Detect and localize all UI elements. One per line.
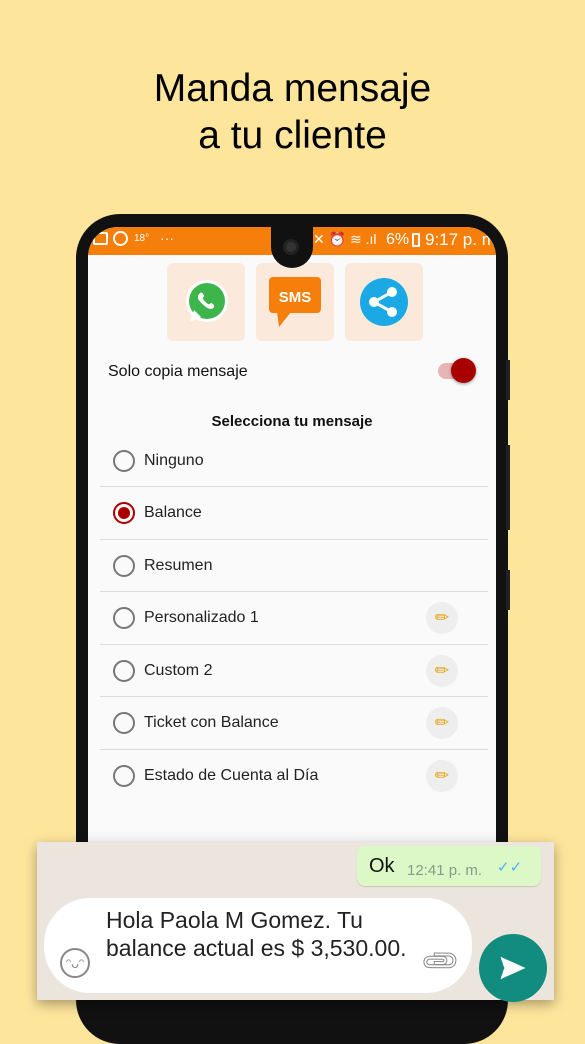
- whatsapp-chat-preview: Ok 12:41 p. m. ✓✓ ᵔᴗᵔ Hola Paola M Gomez…: [37, 842, 554, 1002]
- message-option[interactable]: Ninguno: [100, 435, 488, 487]
- message-option[interactable]: Resumen: [100, 540, 488, 592]
- copy-toggle[interactable]: [438, 358, 476, 383]
- copy-toggle-label: Solo copia mensaje: [108, 363, 248, 380]
- message-option[interactable]: Estado de Cuenta al Día ✏: [100, 750, 488, 802]
- option-label: Custom 2: [144, 661, 213, 679]
- share-button[interactable]: [345, 263, 423, 341]
- radio-button[interactable]: [113, 554, 135, 577]
- edit-pencil-icon[interactable]: ✏: [426, 707, 458, 739]
- radio-button[interactable]: [113, 712, 135, 734]
- camera-icon: [283, 239, 299, 255]
- option-label: Ticket con Balance: [144, 714, 279, 731]
- volume-rocker: [506, 445, 510, 530]
- sms-button[interactable]: SMS: [256, 263, 334, 341]
- radio-button[interactable]: [113, 659, 135, 682]
- option-label: Estado de Cuenta al Día: [144, 767, 319, 784]
- message-option[interactable]: Ticket con Balance ✏: [100, 698, 488, 750]
- battery-icon: [412, 233, 420, 247]
- radio-button[interactable]: [113, 607, 135, 629]
- gallery-icon: [93, 232, 108, 245]
- camera-notch: [271, 227, 313, 268]
- option-label: Ninguno: [144, 451, 204, 469]
- read-ticks-icon: ✓✓: [497, 859, 523, 876]
- message-option[interactable]: Custom 2 ✏: [100, 645, 488, 697]
- emoji-icon[interactable]: ᵔᴗᵔ: [60, 948, 90, 978]
- message-option[interactable]: Balance: [100, 488, 488, 540]
- message-option[interactable]: Personalizado 1 ✏: [100, 593, 488, 645]
- option-label: Balance: [144, 504, 202, 521]
- edit-pencil-icon[interactable]: ✏: [426, 760, 458, 792]
- whatsapp-icon: [186, 280, 228, 322]
- signal-icons: ✕ ⏰ ≋ .ıl: [313, 231, 377, 247]
- option-label: Personalizado 1: [144, 609, 259, 626]
- share-icon: [360, 278, 408, 326]
- radio-button[interactable]: [113, 449, 135, 472]
- sync-icon: [113, 231, 128, 246]
- message-heading: Selecciona tu mensaje: [211, 413, 373, 430]
- headline: Manda mensaje a tu cliente: [153, 67, 432, 157]
- message-input[interactable]: ᵔᴗᵔ Hola Paola M Gomez. Tu balance actua…: [44, 898, 472, 993]
- volume-button: [506, 360, 510, 400]
- edit-pencil-icon[interactable]: ✏: [426, 654, 458, 687]
- sent-message: Ok 12:41 p. m. ✓✓: [357, 846, 541, 886]
- power-button: [506, 570, 510, 610]
- send-icon: [500, 956, 526, 980]
- option-label: Resumen: [144, 556, 213, 574]
- whatsapp-button[interactable]: [167, 263, 245, 341]
- app-screen: 18° ··· ✕ ⏰ ≋ .ıl 6% 9:17 p. m. SMS Solo…: [88, 227, 496, 867]
- radio-button[interactable]: [113, 502, 135, 524]
- send-button[interactable]: [479, 934, 547, 1002]
- sms-icon: SMS: [269, 277, 321, 327]
- attach-icon[interactable]: 📎︎: [418, 939, 463, 984]
- toggle-thumb[interactable]: [451, 358, 476, 383]
- radio-button[interactable]: [113, 765, 135, 787]
- svg-text:SMS: SMS: [279, 289, 312, 306]
- edit-pencil-icon[interactable]: ✏: [426, 602, 458, 634]
